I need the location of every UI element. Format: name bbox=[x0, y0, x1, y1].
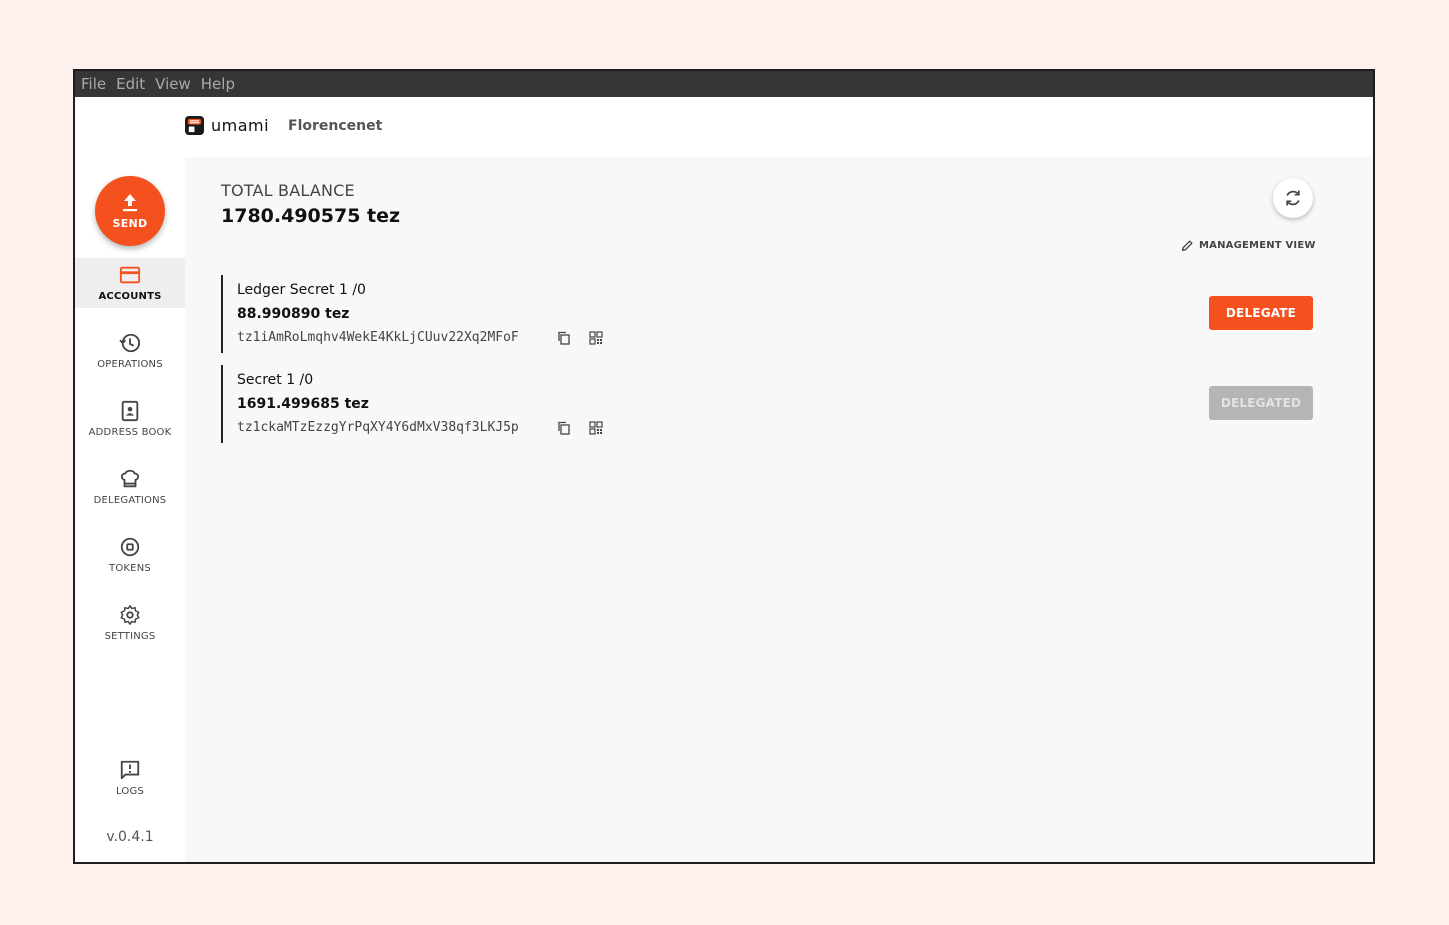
chef-hat-icon bbox=[120, 469, 140, 488]
send-label: SEND bbox=[112, 216, 148, 230]
sidebar-item-operations[interactable]: OPERATIONS bbox=[75, 326, 185, 376]
app-window: File Edit View Help umami Florencenet SE… bbox=[73, 69, 1375, 864]
account-address: tz1iAmRoLmqhv4WekE4KkLjCUuv22Xq2MFoF bbox=[237, 330, 519, 345]
sidebar: SEND ACCOUNTS OPERATIONS ADDRESS BOOK DE… bbox=[75, 157, 185, 862]
menu-edit[interactable]: Edit bbox=[116, 75, 151, 93]
upload-icon bbox=[123, 193, 137, 211]
account-row[interactable]: Ledger Secret 1 /0 88.990890 tez tz1iAmR… bbox=[221, 275, 1313, 353]
sidebar-item-logs[interactable]: LOGS bbox=[75, 753, 185, 803]
network-name: Florencenet bbox=[288, 118, 383, 134]
account-balance: 88.990890 tez bbox=[237, 306, 350, 322]
sidebar-item-delegations[interactable]: DELEGATIONS bbox=[75, 462, 185, 512]
token-icon bbox=[120, 537, 140, 557]
sidebar-item-label: TOKENS bbox=[109, 563, 151, 574]
sidebar-item-label: ADDRESS BOOK bbox=[88, 427, 172, 438]
app-logo: umami bbox=[185, 116, 269, 135]
send-button[interactable]: SEND bbox=[95, 176, 165, 246]
sidebar-item-label: SETTINGS bbox=[104, 631, 156, 642]
account-name: Ledger Secret 1 /0 bbox=[237, 282, 366, 298]
top-bar: umami Florencenet bbox=[75, 97, 1373, 157]
sidebar-item-tokens[interactable]: TOKENS bbox=[75, 530, 185, 580]
menu-file[interactable]: File bbox=[81, 75, 112, 93]
account-row[interactable]: Secret 1 /0 1691.499685 tez tz1ckaMTzEzz… bbox=[221, 365, 1313, 443]
qr-code-icon bbox=[589, 421, 603, 435]
qr-code-button[interactable] bbox=[589, 330, 603, 345]
total-balance-value: 1780.490575 tez bbox=[221, 205, 401, 227]
sidebar-item-label: LOGS bbox=[116, 786, 144, 797]
delegate-button[interactable]: DELEGATE bbox=[1209, 296, 1313, 330]
account-balance: 1691.499685 tez bbox=[237, 396, 369, 412]
sidebar-item-address-book[interactable]: ADDRESS BOOK bbox=[75, 394, 185, 444]
refresh-button[interactable] bbox=[1273, 178, 1313, 218]
refresh-icon bbox=[1286, 190, 1300, 206]
sidebar-item-label: OPERATIONS bbox=[97, 359, 163, 370]
sidebar-item-label: ACCOUNTS bbox=[98, 291, 162, 302]
main-content: TOTAL BALANCE 1780.490575 tez MANAGEMENT… bbox=[185, 157, 1373, 862]
umami-logo-icon bbox=[185, 116, 204, 135]
feedback-icon bbox=[120, 760, 140, 780]
management-view-label: MANAGEMENT VIEW bbox=[1199, 240, 1316, 251]
credit-card-icon bbox=[119, 266, 141, 284]
sidebar-item-label: DELEGATIONS bbox=[93, 495, 167, 506]
menu-help[interactable]: Help bbox=[201, 75, 241, 93]
account-address: tz1ckaMTzEzzgYrPqXY4Y6dMxV38qf3LKJ5p bbox=[237, 420, 519, 435]
sidebar-item-settings[interactable]: SETTINGS bbox=[75, 598, 185, 648]
contact-book-icon bbox=[121, 400, 139, 422]
logo-text: umami bbox=[211, 116, 270, 135]
menu-view[interactable]: View bbox=[155, 75, 197, 93]
qr-code-icon bbox=[589, 331, 603, 345]
copy-address-button[interactable] bbox=[557, 330, 571, 345]
history-icon bbox=[119, 333, 141, 353]
management-view-button[interactable]: MANAGEMENT VIEW bbox=[1181, 239, 1316, 252]
copy-icon bbox=[558, 421, 570, 435]
delegated-button: DELEGATED bbox=[1209, 386, 1313, 420]
total-balance-label: TOTAL BALANCE bbox=[221, 181, 355, 200]
sidebar-item-accounts[interactable]: ACCOUNTS bbox=[75, 258, 185, 308]
account-name: Secret 1 /0 bbox=[237, 372, 314, 388]
copy-address-button[interactable] bbox=[557, 420, 571, 435]
pencil-icon bbox=[1181, 240, 1193, 252]
copy-icon bbox=[558, 331, 570, 345]
gear-icon bbox=[120, 605, 140, 625]
qr-code-button[interactable] bbox=[589, 420, 603, 435]
app-version: v.0.4.1 bbox=[106, 829, 154, 845]
menu-bar: File Edit View Help bbox=[75, 71, 1373, 97]
